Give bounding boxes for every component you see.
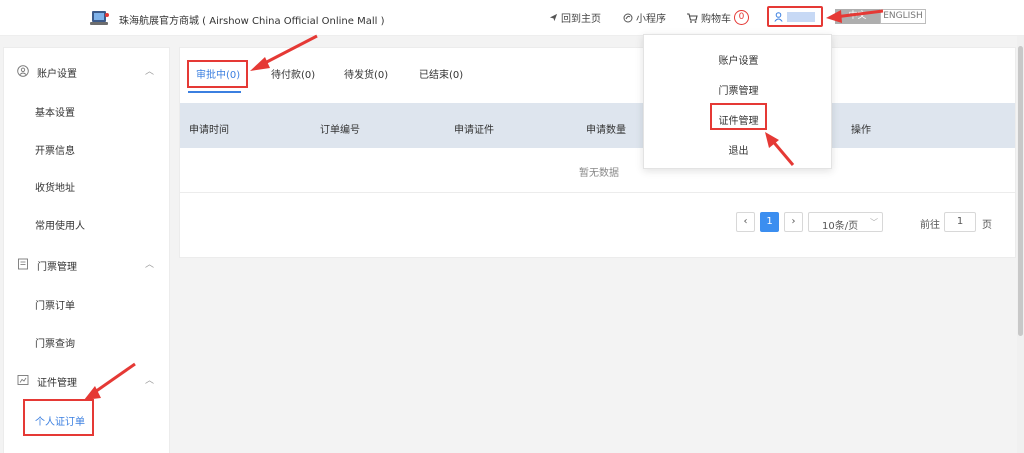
sidebar-item-frequent-users[interactable]: 常用使用人 bbox=[35, 217, 85, 232]
sidebar-item-basic-settings[interactable]: 基本设置 bbox=[35, 104, 75, 119]
table-header: 申请时间 订单编号 申请证件 申请数量 操作 bbox=[180, 103, 1015, 148]
menu-item-logout[interactable]: 退出 bbox=[644, 142, 833, 157]
tab-pending-shipment[interactable]: 待发货(0) bbox=[344, 66, 388, 81]
sidebar-group-label: 门票管理 bbox=[37, 262, 77, 273]
sidebar: 账户设置 ︿ 基本设置 开票信息 收货地址 常用使用人 门票管理 ︿ 门票订单 … bbox=[3, 47, 170, 453]
sidebar-group-account[interactable]: 账户设置 ︿ bbox=[4, 60, 169, 84]
page-scrollbar[interactable] bbox=[1017, 36, 1024, 453]
chevron-up-icon: ︿ bbox=[145, 260, 155, 270]
page-size-value: 10条/页 bbox=[822, 221, 859, 232]
top-bar: 珠海航展官方商城 ( Airshow China Official Online… bbox=[0, 0, 1024, 36]
scrollbar-thumb[interactable] bbox=[1018, 46, 1023, 336]
user-circle-icon bbox=[17, 65, 29, 77]
sidebar-group-tickets[interactable]: 门票管理 ︿ bbox=[4, 253, 169, 277]
sidebar-item-shipping-address[interactable]: 收货地址 bbox=[35, 179, 75, 194]
menu-item-account-settings[interactable]: 账户设置 bbox=[644, 52, 833, 67]
goto-label: 前往 bbox=[920, 220, 940, 231]
site-title[interactable]: 珠海航展官方商城 ( Airshow China Official Online… bbox=[119, 12, 384, 27]
lang-en-button[interactable]: ENGLISH bbox=[880, 9, 926, 24]
column-actions: 操作 bbox=[851, 125, 871, 136]
column-credential: 申请证件 bbox=[454, 125, 494, 136]
tab-pending-payment[interactable]: 待付款(0) bbox=[271, 66, 315, 81]
chevron-down-icon: ﹀ bbox=[870, 218, 878, 227]
mini-program-link[interactable]: 小程序 bbox=[623, 10, 666, 25]
sidebar-item-invoice-info[interactable]: 开票信息 bbox=[35, 142, 75, 157]
tab-finished[interactable]: 已结束(0) bbox=[419, 66, 463, 81]
sidebar-group-label: 账户设置 bbox=[37, 69, 77, 80]
highlight-box-tab bbox=[187, 60, 248, 88]
column-order-number: 订单编号 bbox=[320, 125, 360, 136]
chevron-up-icon: ︿ bbox=[145, 67, 155, 77]
sidebar-item-ticket-orders[interactable]: 门票订单 bbox=[35, 297, 75, 312]
lang-zh-button[interactable]: 中文 bbox=[835, 9, 880, 24]
menu-item-ticket-management[interactable]: 门票管理 bbox=[644, 82, 833, 97]
sidebar-item-ticket-query[interactable]: 门票查询 bbox=[35, 335, 75, 350]
chart-card-icon bbox=[17, 375, 29, 385]
page-size-select[interactable]: 10条/页 ﹀ bbox=[808, 212, 883, 232]
sidebar-group-credentials[interactable]: 证件管理 ︿ bbox=[4, 369, 169, 393]
language-switch: 中文 ENGLISH bbox=[835, 9, 926, 24]
ticket-doc-icon bbox=[18, 258, 28, 270]
chevron-up-icon: ︿ bbox=[145, 376, 155, 386]
current-page-button[interactable]: 1 bbox=[760, 212, 779, 232]
user-dropdown-menu: 账户设置 门票管理 证件管理 退出 bbox=[643, 34, 832, 169]
active-tab-indicator bbox=[188, 91, 241, 93]
cart-icon bbox=[687, 12, 698, 23]
column-quantity: 申请数量 bbox=[586, 125, 626, 136]
user-account-menu[interactable] bbox=[767, 6, 823, 27]
page-suffix: 页 bbox=[982, 220, 992, 231]
next-page-button[interactable]: › bbox=[784, 212, 803, 232]
home-link[interactable]: 回到主页 bbox=[549, 10, 601, 25]
home-link-label: 回到主页 bbox=[561, 14, 601, 25]
prev-page-button[interactable]: ‹ bbox=[736, 212, 755, 232]
user-icon bbox=[774, 12, 783, 22]
mini-program-label: 小程序 bbox=[636, 14, 666, 25]
send-icon bbox=[549, 13, 558, 22]
sidebar-group-label: 证件管理 bbox=[37, 378, 77, 389]
mini-program-icon bbox=[623, 13, 633, 22]
highlight-box-menu bbox=[710, 103, 767, 130]
column-apply-time: 申请时间 bbox=[189, 125, 229, 136]
username-redacted bbox=[787, 12, 815, 22]
empty-state-text: 暂无数据 bbox=[579, 168, 619, 179]
cart-link[interactable]: 购物车 0 bbox=[687, 10, 749, 25]
cart-label: 购物车 bbox=[701, 14, 731, 25]
laptop-logo-icon[interactable] bbox=[90, 9, 110, 27]
cart-count-badge: 0 bbox=[734, 10, 749, 25]
main-panel: 审批中(0) 待付款(0) 待发货(0) 已结束(0) 申请时间 订单编号 申请… bbox=[179, 47, 1016, 258]
goto-page-input[interactable]: 1 bbox=[944, 212, 976, 232]
highlight-box-sidebar bbox=[23, 399, 94, 436]
